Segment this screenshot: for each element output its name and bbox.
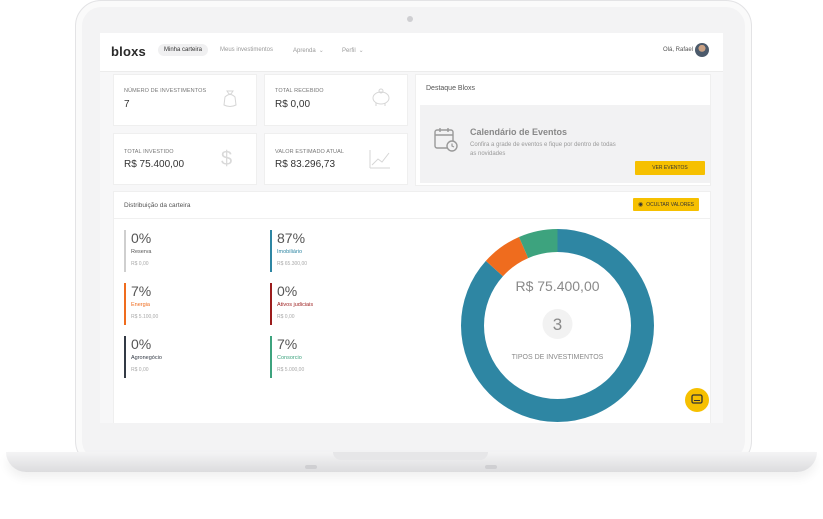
card-value: R$ 75.400,00 <box>124 159 185 170</box>
nav-label: Aprenda <box>293 47 316 54</box>
nav-aprenda[interactable]: Aprenda ⌄ <box>293 47 324 55</box>
card-value: 7 <box>124 99 130 110</box>
chart-up-icon <box>368 148 392 175</box>
portfolio-donut-chart: R$ 75.400,00 3 TIPOS DE INVESTIMENTOS <box>461 229 654 422</box>
category-name: Reserva <box>131 249 152 255</box>
category-percent: 0% <box>277 283 298 299</box>
card-value: R$ 83.296,73 <box>275 159 336 170</box>
category-value: R$ 5.100,00 <box>131 314 159 320</box>
category-ativos-judiciais: 0% Ativos judiciais R$ 0,00 <box>270 283 386 325</box>
category-percent: 7% <box>131 283 152 299</box>
card-valor-estimado: VALOR ESTIMADO ATUAL R$ 83.296,73 <box>264 133 408 185</box>
nav-meus-investimentos[interactable]: Meus investimentos <box>220 47 273 53</box>
button-label: OCULTAR VALORES <box>646 201 695 208</box>
category-agronegocio: 0% Agronegócio R$ 0,00 <box>124 336 240 378</box>
laptop-foot <box>485 465 497 469</box>
category-name: Agronegócio <box>131 355 162 361</box>
divider <box>114 218 710 219</box>
category-percent: 0% <box>131 230 152 246</box>
money-bag-icon <box>219 87 241 114</box>
card-label: TOTAL RECEBIDO <box>275 88 324 94</box>
card-label: TOTAL INVESTIDO <box>124 149 174 155</box>
category-reserva: 0% Reserva R$ 0,00 <box>124 230 240 272</box>
event-description: Confira a grade de eventos e fique por d… <box>470 142 616 157</box>
card-label: NÚMERO DE INVESTIMENTOS <box>124 88 207 94</box>
category-percent: 87% <box>277 230 306 246</box>
logo[interactable]: bloxs <box>111 44 146 59</box>
donut-total: R$ 75.400,00 <box>515 278 599 294</box>
distribution-title: Distribuição da carteira <box>124 202 191 209</box>
destaque-title: Destaque Bloxs <box>426 85 476 92</box>
avatar[interactable] <box>695 43 709 57</box>
eye-icon: ◉ <box>637 202 644 208</box>
event-title: Calendário de Eventos <box>470 127 568 137</box>
card-total-recebido: TOTAL RECEBIDO R$ 0,00 <box>264 74 408 126</box>
category-bar <box>124 230 126 272</box>
category-value: R$ 65.300,00 <box>277 261 308 267</box>
nav-label: Meus investimentos <box>220 47 274 53</box>
card-num-investimentos: NÚMERO DE INVESTIMENTOS 7 <box>113 74 257 126</box>
category-bar <box>270 283 272 325</box>
laptop-notch <box>333 452 488 460</box>
category-bar <box>124 283 126 325</box>
category-name: Imobiliário <box>277 249 303 255</box>
nav-label: Minha carteira <box>164 47 203 53</box>
category-imobiliario: 87% Imobiliário R$ 65.300,00 <box>270 230 386 272</box>
user-greeting[interactable]: Olá, Rafael <box>663 47 693 53</box>
ocultar-valores-button[interactable]: ◉ OCULTAR VALORES <box>633 198 699 211</box>
category-name: Ativos judiciais <box>277 302 314 308</box>
nav-label: Perfil <box>342 47 356 54</box>
category-percent: 7% <box>277 336 298 352</box>
category-name: Consorcio <box>277 355 302 361</box>
app-screen: bloxs Minha carteira Meus investimentos … <box>100 33 723 423</box>
category-consorcio: 7% Consorcio R$ 5.000,00 <box>270 336 386 378</box>
camera-icon <box>407 16 413 22</box>
card-total-investido: TOTAL INVESTIDO R$ 75.400,00 $ <box>113 133 257 185</box>
top-nav: bloxs Minha carteira Meus investimentos … <box>100 33 723 72</box>
category-value: R$ 0,00 <box>131 261 149 267</box>
chat-button[interactable] <box>685 388 709 412</box>
category-percent: 0% <box>131 336 152 352</box>
card-label: VALOR ESTIMADO ATUAL <box>275 149 345 155</box>
category-energia: 7% Energia R$ 5.100,00 <box>124 283 240 325</box>
card-value: R$ 0,00 <box>275 99 311 110</box>
category-name: Energia <box>131 302 150 308</box>
category-bar <box>270 230 272 272</box>
category-value: R$ 0,00 <box>277 314 295 320</box>
category-value: R$ 0,00 <box>131 367 149 373</box>
chevron-down-icon: ⌄ <box>318 48 324 54</box>
category-bar <box>124 336 126 378</box>
category-value: R$ 5.000,00 <box>277 367 305 373</box>
nav-minha-carteira[interactable]: Minha carteira <box>158 44 209 56</box>
ver-eventos-button[interactable]: VER EVENTOS <box>635 161 705 175</box>
calendar-clock-icon <box>434 128 458 152</box>
nav-perfil[interactable]: Perfil ⌄ <box>342 47 364 55</box>
laptop-foot <box>305 465 317 469</box>
category-bar <box>270 336 272 378</box>
donut-count: 3 <box>553 315 562 334</box>
chevron-down-icon: ⌄ <box>358 48 364 54</box>
chat-icon <box>691 394 703 404</box>
distribution-panel: Distribuição da carteira ◉ OCULTAR VALOR… <box>113 191 711 423</box>
dollar-icon: $ <box>221 148 233 170</box>
donut-caption: TIPOS DE INVESTIMENTOS <box>512 354 604 361</box>
destaque-panel: Destaque Bloxs Calendário de Eventos Con… <box>415 74 711 186</box>
event-banner: Calendário de Eventos Confira a grade de… <box>420 105 710 183</box>
piggy-bank-icon <box>369 88 393 111</box>
